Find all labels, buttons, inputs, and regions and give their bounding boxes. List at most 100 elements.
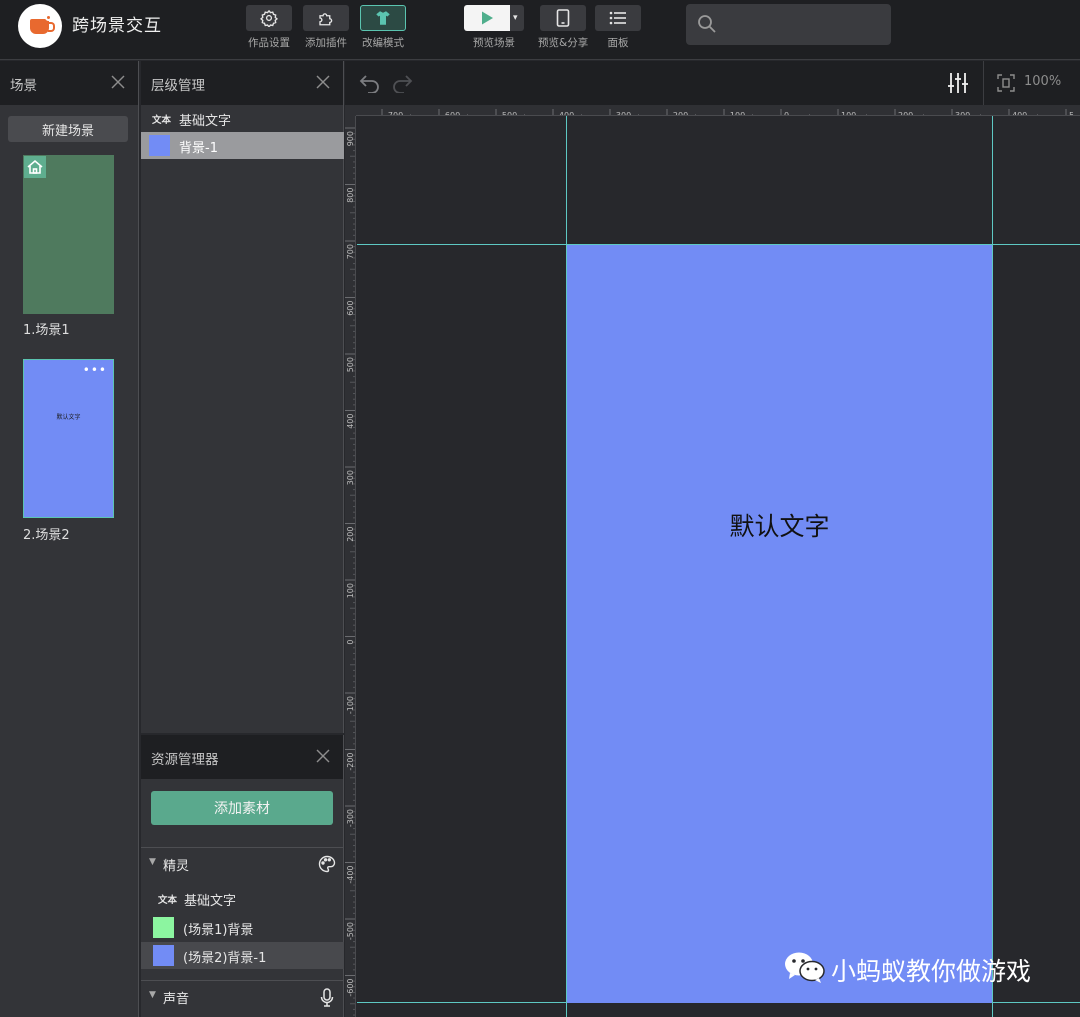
canvas-toolbar: 100%: [345, 61, 1080, 105]
asset-panel: 资源管理器 添加素材 ▼ 精灵 文本 基础文字 (场景1)背景 (场景2)背景-…: [141, 735, 344, 1017]
preview-share-button[interactable]: [540, 5, 587, 31]
scene-panel-title: 场景: [10, 78, 37, 94]
asset-item-scene1-background[interactable]: (场景1)背景: [141, 914, 344, 941]
layer-panel-header: 层级管理: [141, 61, 343, 105]
close-icon[interactable]: [313, 72, 333, 92]
preview-scene-label: 预览场景: [473, 37, 515, 49]
ruler-label: -500: [346, 922, 355, 940]
background-swatch: [153, 917, 174, 938]
ruler-label: 200: [346, 527, 355, 542]
layer-item-text[interactable]: 文本 基础文字: [141, 105, 344, 132]
asset-item-text[interactable]: 文本 基础文字: [141, 885, 344, 912]
add-asset-button[interactable]: 添加素材: [151, 791, 333, 825]
ruler-label: 100: [346, 583, 355, 598]
ruler-left-svg: 900 800 700 600 500 400 300 200 100 0 -100 -200 -300…: [345, 127, 355, 1016]
edit-mode-label: 改编模式: [362, 37, 404, 49]
settings-tool[interactable]: 作品设置: [246, 5, 292, 50]
ruler-label: 500: [346, 357, 355, 372]
palette-icon[interactable]: [318, 855, 336, 873]
app-logo: [18, 4, 62, 48]
layer-panel-title: 层级管理: [151, 78, 205, 94]
caret-down-icon: ▼: [149, 990, 156, 1000]
caret-down-icon: ▼: [149, 857, 156, 867]
ruler-label: -200: [346, 753, 355, 771]
asset-item-label: 基础文字: [184, 894, 237, 909]
app-title: 跨场景交互: [72, 16, 162, 36]
edit-mode-button[interactable]: [360, 5, 406, 31]
new-scene-button[interactable]: 新建场景: [8, 116, 128, 142]
asset-panel-title: 资源管理器: [151, 752, 219, 768]
watermark-text: 小蚂蚁教你做游戏: [831, 957, 1032, 986]
ruler-label: 900: [346, 131, 355, 146]
search-box[interactable]: [686, 4, 891, 45]
panel-label: 面板: [607, 37, 629, 49]
sound-group-header[interactable]: ▼ 声音: [141, 980, 344, 1012]
settings-button[interactable]: [246, 5, 292, 31]
settings-label: 作品设置: [248, 37, 290, 49]
plugins-label: 添加插件: [305, 37, 347, 49]
undo-icon[interactable]: [359, 73, 381, 93]
play-icon: [482, 11, 493, 25]
gear-icon: [260, 9, 278, 27]
ruler-label: -400: [346, 866, 355, 884]
home-icon: [24, 156, 46, 178]
asset-item-label: (场景1)背景: [183, 923, 254, 938]
preview-scene-tool[interactable]: ▾ 预览场景: [464, 5, 524, 50]
ruler-label: 300: [346, 470, 355, 485]
edit-mode-tool[interactable]: 改编模式: [360, 5, 406, 50]
scene-thumbnail-1[interactable]: [23, 155, 114, 314]
layer-item-background[interactable]: 背景-1: [141, 132, 344, 159]
preview-share-tool[interactable]: 预览&分享: [538, 5, 588, 50]
ruler-corner: [345, 105, 356, 116]
fit-screen-icon[interactable]: [997, 74, 1015, 92]
scene-label-2[interactable]: 2.场景2: [23, 524, 70, 543]
preview-scene-button[interactable]: [464, 5, 510, 31]
search-icon: [698, 15, 716, 33]
text-type-icon: 文本: [152, 115, 172, 126]
background-swatch: [149, 135, 170, 156]
puzzle-icon: [319, 13, 333, 26]
panel-button[interactable]: [595, 5, 641, 31]
sliders-icon[interactable]: [947, 71, 969, 95]
scene-label-1[interactable]: 1.场景1: [23, 319, 70, 338]
redo-icon[interactable]: [391, 73, 413, 93]
layer-item-label: 基础文字: [179, 114, 232, 129]
canvas-stage[interactable]: 默认文字: [357, 116, 1080, 1017]
ruler-label: 700: [346, 244, 355, 259]
ruler-label: 400: [346, 414, 355, 429]
sound-group-title: 声音: [163, 992, 190, 1007]
more-icon[interactable]: •••: [83, 363, 107, 377]
scene-thumbnail-2[interactable]: ••• 默认文字: [23, 359, 114, 518]
add-plugin-button[interactable]: [303, 5, 349, 31]
ruler-label: -100: [346, 696, 355, 714]
phone-icon: [556, 9, 570, 27]
close-icon[interactable]: [108, 72, 128, 92]
ruler-label: 0: [346, 640, 355, 645]
vertical-ruler: 900 800 700 600 500 400 300 200 100 0 -100 -200 -300…: [345, 116, 356, 1017]
asset-item-scene2-background[interactable]: (场景2)背景-1: [141, 942, 344, 969]
horizontal-ruler: -700 -600 -500 -400 -300 -200 -100 0 100 200 300 40…: [345, 105, 1080, 116]
scene-text-element[interactable]: 默认文字: [567, 507, 992, 543]
wechat-icon: [785, 952, 825, 983]
panel-tool[interactable]: 面板: [595, 5, 641, 50]
zoom-level[interactable]: 100%: [1024, 74, 1061, 89]
close-icon[interactable]: [313, 746, 333, 766]
search-input[interactable]: [726, 14, 876, 34]
chevron-down-icon: ▾: [513, 13, 518, 23]
ruler-label: -300: [346, 809, 355, 827]
asset-panel-header: 资源管理器: [141, 735, 343, 779]
microphone-icon[interactable]: [320, 988, 334, 1008]
scene-background[interactable]: 默认文字: [567, 245, 992, 1003]
background-swatch: [153, 945, 174, 966]
top-bar: 跨场景交互 作品设置 添加插件 改编模式 ▾ 预览场景 预览&分享 面板: [0, 0, 1080, 60]
sprite-group-header[interactable]: ▼ 精灵: [141, 847, 344, 879]
layer-panel: 层级管理 文本 基础文字 背景-1: [141, 61, 344, 733]
preview-dropdown-button[interactable]: ▾: [510, 5, 524, 31]
logo-cup-icon: [30, 19, 55, 34]
thumbnail-text: 默认文字: [56, 414, 81, 421]
ruler-label: -600: [346, 979, 355, 997]
list-icon: [609, 11, 626, 25]
ruler-label: 600: [346, 301, 355, 316]
preview-share-label: 预览&分享: [538, 37, 589, 49]
plugins-tool[interactable]: 添加插件: [303, 5, 349, 50]
